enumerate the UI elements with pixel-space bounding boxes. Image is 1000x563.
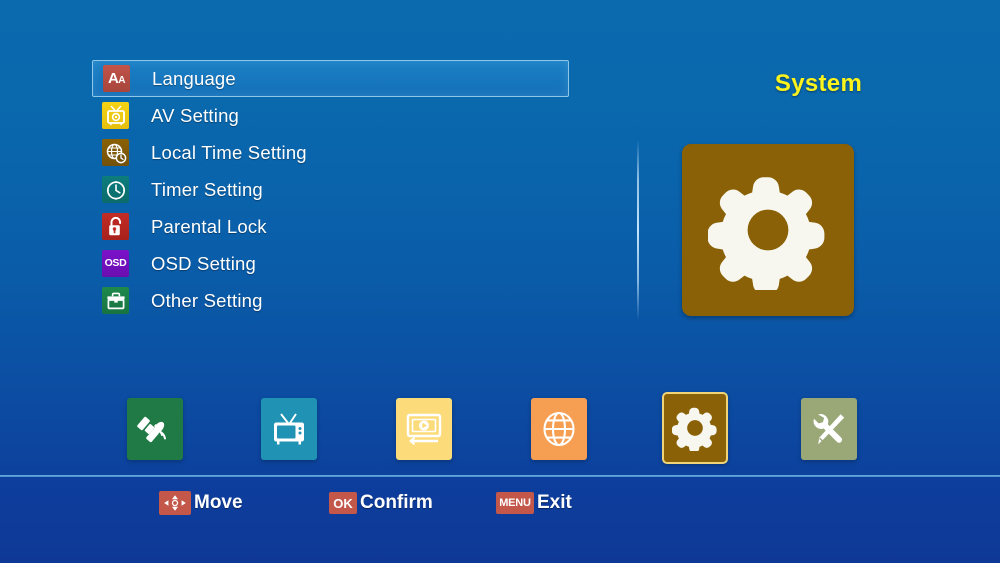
menu-item-parental-lock[interactable]: Parental Lock [92, 208, 569, 245]
nav-item-tools[interactable] [801, 398, 857, 460]
help-confirm[interactable]: OK Confirm [329, 488, 433, 518]
help-label: Move [194, 492, 243, 513]
page-title: System [774, 70, 863, 97]
menu-badge: MENU [496, 492, 534, 514]
menu-item-osd-setting[interactable]: OSD OSD Setting [92, 245, 569, 282]
open-padlock-icon [102, 213, 129, 240]
stb-system-settings-screen: AA Language AV Setting Local Time Settin… [0, 0, 1000, 563]
dpad-icon [159, 491, 191, 515]
nav-item-channel-list[interactable] [261, 398, 317, 460]
clock-icon [102, 176, 129, 203]
globe-icon [543, 411, 575, 447]
menu-item-other-setting[interactable]: Other Setting [92, 282, 569, 319]
gear-icon [672, 407, 717, 451]
toolbox-icon [102, 287, 129, 314]
menu-item-label: Parental Lock [151, 215, 267, 237]
nav-item-network-settings[interactable] [531, 398, 587, 460]
help-label: Exit [537, 492, 572, 513]
menu-item-label: Other Setting [151, 289, 263, 311]
osd-label: OSD [104, 257, 127, 270]
help-bar: Move OK Confirm MENU Exit [0, 488, 1000, 522]
osd-text-icon: OSD [102, 250, 129, 277]
nav-item-satellite-installation[interactable] [127, 398, 183, 460]
gear-icon [708, 177, 825, 290]
menu-item-av-setting[interactable]: AV Setting [92, 97, 569, 134]
horizontal-separator [0, 475, 1000, 477]
menu-item-label: AV Setting [151, 104, 240, 126]
help-exit[interactable]: MENU Exit [496, 488, 572, 518]
help-move[interactable]: Move [159, 488, 243, 518]
panel-divider [637, 140, 639, 320]
nav-item-media-player[interactable] [396, 398, 452, 460]
satellite-icon [137, 416, 166, 443]
menu-item-label: Timer Setting [151, 178, 263, 200]
menu-item-local-time-setting[interactable]: Local Time Setting [92, 134, 569, 171]
bottom-nav-strip [0, 392, 1000, 478]
menu-item-timer-setting[interactable]: Timer Setting [92, 171, 569, 208]
help-label: Confirm [360, 492, 433, 513]
media-play-icon [406, 413, 442, 445]
ok-badge: OK [329, 492, 357, 514]
globe-clock-icon [102, 139, 129, 166]
tv-camera-icon [102, 102, 129, 129]
menu-item-label: Language [152, 67, 236, 89]
system-preview-tile [682, 144, 854, 316]
menu-item-label: OSD Setting [151, 252, 257, 274]
nav-item-system-settings[interactable] [662, 392, 728, 464]
system-menu-list: AA Language AV Setting Local Time Settin… [92, 60, 569, 319]
menu-item-language[interactable]: AA Language [92, 60, 569, 97]
letter-aa-icon: AA [103, 65, 130, 92]
tv-icon [274, 413, 304, 445]
tools-icon [813, 414, 845, 445]
menu-item-label: Local Time Setting [151, 141, 307, 163]
